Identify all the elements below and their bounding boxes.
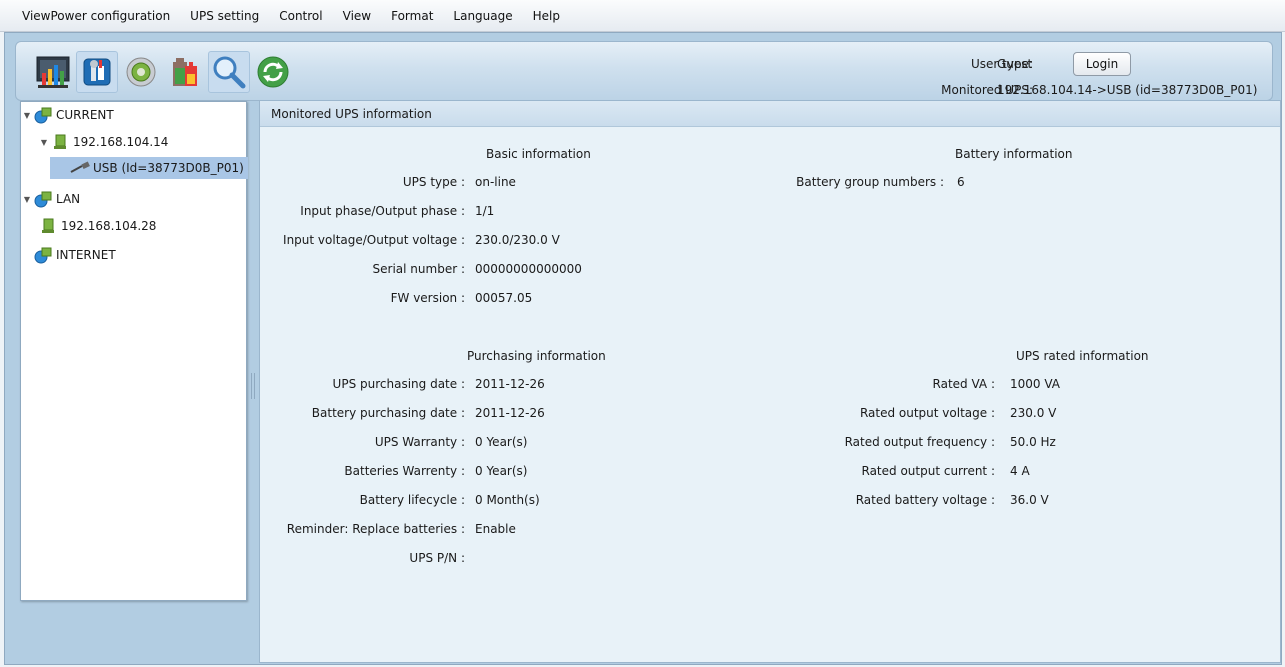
login-button[interactable]: Login [1073, 52, 1131, 76]
menu-control[interactable]: Control [279, 9, 322, 23]
refresh-icon[interactable] [252, 51, 294, 93]
field-value: 2011-12-26 [475, 377, 545, 391]
tree-node-current[interactable]: ▼ CURRENT [21, 104, 114, 126]
purchasing-info-title: Purchasing information [467, 349, 606, 363]
user-type-value: Guest [997, 57, 1033, 71]
network-globe-icon [33, 246, 53, 264]
field-label: Rated battery voltage : [855, 493, 995, 507]
field-value: Enable [475, 522, 516, 536]
device-tree: ▼ CURRENT ▼ 192.168.104.14 USB (Id=38773… [20, 101, 248, 601]
field-label: Battery purchasing date : [311, 406, 465, 420]
panel-title: Monitored UPS information [260, 101, 1280, 127]
field-value: on-line [475, 175, 516, 189]
field-label: Reminder: Replace batteries : [286, 522, 465, 536]
tree-node-lan[interactable]: ▼ LAN [21, 188, 80, 210]
field-label: UPS purchasing date : [332, 377, 465, 391]
network-globe-icon [33, 190, 53, 208]
field-label: Rated output frequency : [844, 435, 995, 449]
control-dial-icon[interactable] [120, 51, 162, 93]
tree-label-current-host: 192.168.104.14 [73, 135, 169, 149]
tree-label-internet: INTERNET [56, 248, 116, 262]
menu-ups-setting[interactable]: UPS setting [190, 9, 259, 23]
panel-splitter[interactable] [251, 373, 255, 399]
field-value: 1000 VA [1010, 377, 1061, 391]
field-label: Input voltage/Output voltage : [283, 233, 465, 247]
tree-node-current-host[interactable]: ▼ 192.168.104.14 [38, 131, 168, 153]
field-label: Input phase/Output phase : [300, 204, 465, 218]
monitored-ups-info-panel: Monitored UPS information Basic informat… [259, 100, 1281, 663]
tree-node-lan-host[interactable]: 192.168.104.28 [38, 215, 156, 237]
search-icon[interactable] [208, 51, 250, 93]
monitor-chart-icon[interactable] [32, 51, 74, 93]
menu-viewpower-configuration[interactable]: ViewPower configuration [22, 9, 170, 23]
network-globe-icon [33, 106, 53, 124]
field-value: 0 Year(s) [475, 435, 528, 449]
battery-log-icon[interactable] [164, 51, 206, 93]
field-label: Rated output voltage : [859, 406, 995, 420]
field-label: Battery group numbers : [796, 175, 944, 189]
tree-label-current: CURRENT [56, 108, 114, 122]
toolbar: User type: Guest Login Monitored UPS: 19… [15, 41, 1273, 101]
computer-icon [50, 133, 70, 151]
field-value: 2011-12-26 [475, 406, 545, 420]
field-value: 00057.05 [475, 291, 533, 305]
field-value: 6 [957, 175, 965, 189]
field-label: Rated VA : [932, 377, 995, 391]
field-label: Battery lifecycle : [359, 493, 465, 507]
expand-arrow-icon[interactable]: ▼ [21, 111, 33, 120]
expand-arrow-icon[interactable]: ▼ [21, 195, 33, 204]
ups-settings-icon[interactable] [76, 51, 118, 93]
field-label: UPS type : [402, 175, 465, 189]
app-frame: User type: Guest Login Monitored UPS: 19… [4, 32, 1282, 665]
tree-label-lan-host: 192.168.104.28 [61, 219, 157, 233]
rated-info-title: UPS rated information [1016, 349, 1149, 363]
field-value: 4 A [1010, 464, 1030, 478]
tree-label-usb: USB (Id=38773D0B_P01) [93, 161, 244, 175]
field-value: 36.0 V [1010, 493, 1049, 507]
field-value: 00000000000000 [475, 262, 582, 276]
monitored-ups-value: 192.168.104.14->USB (id=38773D0B_P01) [997, 83, 1258, 97]
usb-cable-icon [70, 159, 90, 177]
field-label: UPS Warranty : [374, 435, 465, 449]
field-value: 230.0/230.0 V [475, 233, 560, 247]
field-label: FW version : [390, 291, 465, 305]
menu-bar: ViewPower configuration UPS setting Cont… [0, 0, 1285, 32]
field-label: Rated output current : [861, 464, 996, 478]
field-label: Batteries Warrenty : [344, 464, 465, 478]
computer-icon [38, 217, 58, 235]
menu-help[interactable]: Help [533, 9, 560, 23]
tree-node-usb[interactable]: USB (Id=38773D0B_P01) [50, 157, 248, 179]
expand-arrow-icon[interactable]: ▼ [38, 138, 50, 147]
menu-format[interactable]: Format [391, 9, 433, 23]
field-value: 1/1 [475, 204, 495, 218]
menu-language[interactable]: Language [453, 9, 512, 23]
field-value: 0 Year(s) [475, 464, 528, 478]
field-value: 230.0 V [1010, 406, 1057, 420]
field-label: Serial number : [372, 262, 465, 276]
menu-view[interactable]: View [343, 9, 371, 23]
basic-info-title: Basic information [486, 147, 591, 161]
tree-label-lan: LAN [56, 192, 81, 206]
field-label: UPS P/N : [409, 551, 465, 565]
field-value: 50.0 Hz [1010, 435, 1056, 449]
battery-info-title: Battery information [955, 147, 1073, 161]
tree-node-internet[interactable]: INTERNET [33, 244, 116, 266]
field-value: 0 Month(s) [475, 493, 540, 507]
